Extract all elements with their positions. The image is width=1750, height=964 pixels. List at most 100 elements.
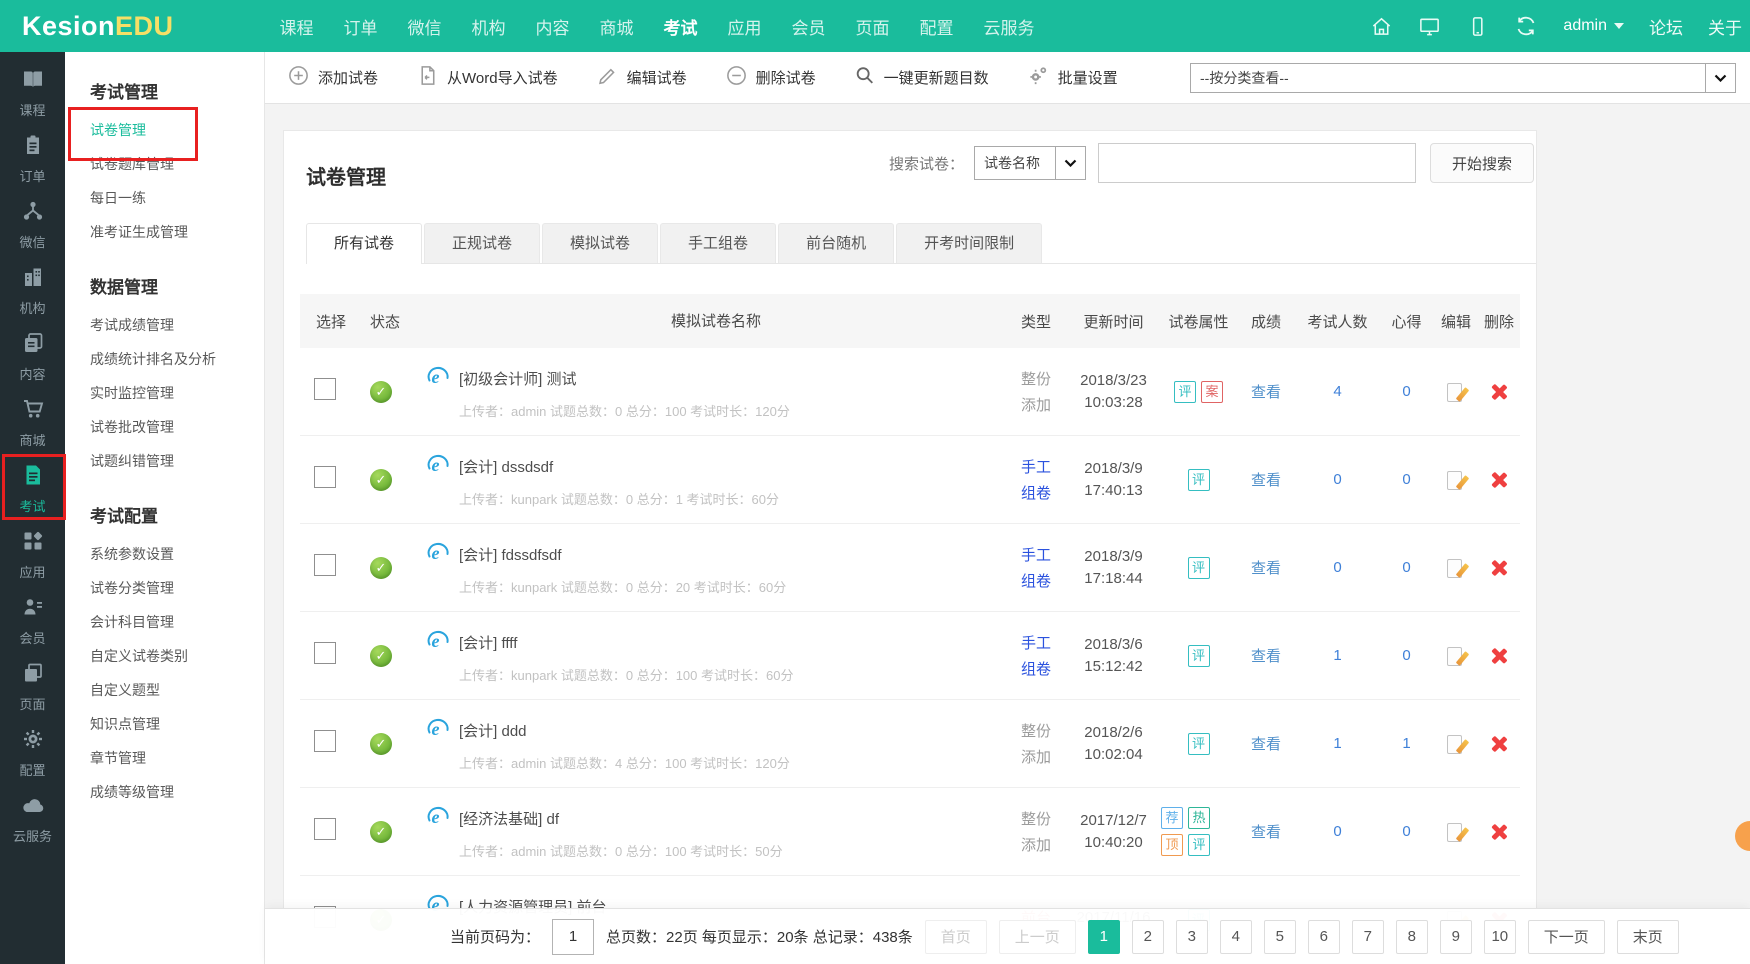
nav-courses[interactable]: 课程	[280, 14, 314, 39]
submenu-item-custom-paper-type[interactable]: 自定义试卷类别	[90, 639, 264, 673]
submenu-item-error-correction[interactable]: 试题纠错管理	[90, 444, 264, 478]
nav-members[interactable]: 会员	[792, 14, 826, 39]
next-page-button[interactable]: 下一页	[1528, 920, 1605, 954]
page-button-5[interactable]: 5	[1264, 920, 1296, 954]
submenu-item-score-management[interactable]: 考试成绩管理	[90, 308, 264, 342]
forum-link[interactable]: 论坛	[1649, 14, 1683, 39]
view-score-link[interactable]: 查看	[1251, 557, 1281, 578]
refresh-icon[interactable]	[1514, 14, 1538, 38]
sidebar-item-exam[interactable]: 考试	[0, 456, 65, 522]
submenu-item-knowledge-points[interactable]: 知识点管理	[90, 707, 264, 741]
tab-frontend-random[interactable]: 前台随机	[778, 223, 894, 263]
sidebar-item-courses[interactable]: 课程	[0, 60, 65, 126]
edit-icon[interactable]	[1446, 558, 1466, 578]
delete-paper-button[interactable]: 删除试卷	[725, 64, 816, 91]
submenu-item-paper-management[interactable]: 试卷管理	[90, 113, 264, 147]
edit-icon[interactable]	[1446, 470, 1466, 490]
row-checkbox[interactable]	[314, 554, 336, 576]
paper-name[interactable]: [会计] fdssdfsdf	[459, 544, 562, 565]
submenu-item-chapters[interactable]: 章节管理	[90, 741, 264, 775]
submenu-item-custom-question-type[interactable]: 自定义题型	[90, 673, 264, 707]
add-paper-button[interactable]: 添加试卷	[287, 64, 378, 91]
row-checkbox[interactable]	[314, 466, 336, 488]
paper-name[interactable]: [会计] ddd	[459, 720, 527, 741]
last-page-button[interactable]: 末页	[1617, 920, 1679, 954]
submenu-item-question-bank[interactable]: 试卷题库管理	[90, 147, 264, 181]
row-checkbox[interactable]	[314, 378, 336, 400]
nav-wechat[interactable]: 微信	[408, 14, 442, 39]
delete-icon[interactable]	[1491, 472, 1507, 488]
submenu-item-realtime-monitor[interactable]: 实时监控管理	[90, 376, 264, 410]
submenu-item-accounting-subject[interactable]: 会计科目管理	[90, 605, 264, 639]
edit-paper-button[interactable]: 编辑试卷	[596, 64, 687, 91]
page-button-9[interactable]: 9	[1440, 920, 1472, 954]
edit-icon[interactable]	[1446, 822, 1466, 842]
delete-icon[interactable]	[1491, 560, 1507, 576]
update-question-count-button[interactable]: 一键更新题目数	[854, 65, 989, 91]
view-score-link[interactable]: 查看	[1251, 381, 1281, 402]
sidebar-item-apps[interactable]: 应用	[0, 522, 65, 588]
floating-action-button[interactable]	[1735, 821, 1750, 851]
nav-exam[interactable]: 考试	[664, 14, 698, 39]
delete-icon[interactable]	[1491, 384, 1507, 400]
page-button-3[interactable]: 3	[1176, 920, 1208, 954]
sidebar-item-orders[interactable]: 订单	[0, 126, 65, 192]
row-checkbox[interactable]	[314, 642, 336, 664]
page-button-4[interactable]: 4	[1220, 920, 1252, 954]
tab-manual-papers[interactable]: 手工组卷	[660, 223, 776, 263]
submenu-item-grade-levels[interactable]: 成绩等级管理	[90, 775, 264, 809]
mobile-icon[interactable]	[1466, 15, 1489, 38]
current-page-input[interactable]	[552, 919, 594, 955]
admin-menu[interactable]: admin	[1563, 17, 1624, 35]
tab-formal-papers[interactable]: 正规试卷	[424, 223, 540, 263]
page-button-6[interactable]: 6	[1308, 920, 1340, 954]
page-button-8[interactable]: 8	[1396, 920, 1428, 954]
prev-page-button[interactable]: 上一页	[999, 920, 1076, 954]
page-button-1[interactable]: 1	[1088, 920, 1120, 954]
paper-name[interactable]: [经济法基础] df	[459, 808, 559, 829]
sidebar-item-wechat[interactable]: 微信	[0, 192, 65, 258]
tab-all-papers[interactable]: 所有试卷	[306, 223, 422, 264]
delete-icon[interactable]	[1491, 736, 1507, 752]
edit-icon[interactable]	[1446, 646, 1466, 666]
home-icon[interactable]	[1370, 15, 1393, 38]
submenu-item-daily-practice[interactable]: 每日一练	[90, 181, 264, 215]
paper-name[interactable]: [会计] dssdsdf	[459, 456, 553, 477]
about-link[interactable]: 关于	[1708, 14, 1742, 39]
import-word-button[interactable]: 从Word导入试卷	[416, 64, 558, 91]
row-checkbox[interactable]	[314, 730, 336, 752]
start-search-button[interactable]: 开始搜索	[1430, 143, 1534, 183]
nav-apps[interactable]: 应用	[728, 14, 762, 39]
page-button-10[interactable]: 10	[1484, 920, 1516, 954]
nav-mall[interactable]: 商城	[600, 14, 634, 39]
page-button-2[interactable]: 2	[1132, 920, 1164, 954]
sidebar-item-mall[interactable]: 商城	[0, 390, 65, 456]
submenu-item-system-params[interactable]: 系统参数设置	[90, 537, 264, 571]
view-score-link[interactable]: 查看	[1251, 733, 1281, 754]
edit-icon[interactable]	[1446, 382, 1466, 402]
nav-orders[interactable]: 订单	[344, 14, 378, 39]
view-score-link[interactable]: 查看	[1251, 469, 1281, 490]
paper-name[interactable]: [会计] ffff	[459, 632, 517, 653]
submenu-item-score-statistics[interactable]: 成绩统计排名及分析	[90, 342, 264, 376]
paper-name[interactable]: [初级会计师] 测试	[459, 368, 577, 389]
nav-pages[interactable]: 页面	[856, 14, 890, 39]
app-logo[interactable]: KesionEDU	[22, 11, 174, 42]
delete-icon[interactable]	[1491, 824, 1507, 840]
page-button-7[interactable]: 7	[1352, 920, 1384, 954]
row-checkbox[interactable]	[314, 818, 336, 840]
sidebar-item-cloud[interactable]: 云服务	[0, 786, 65, 852]
search-field-select[interactable]: 试卷名称	[974, 146, 1086, 180]
first-page-button[interactable]: 首页	[925, 920, 987, 954]
tab-exam-time-limit[interactable]: 开考时间限制	[896, 223, 1042, 263]
delete-icon[interactable]	[1491, 648, 1507, 664]
sidebar-item-config[interactable]: 配置	[0, 720, 65, 786]
sidebar-item-content[interactable]: 内容	[0, 324, 65, 390]
nav-config[interactable]: 配置	[920, 14, 954, 39]
edit-icon[interactable]	[1446, 734, 1466, 754]
submenu-item-admission-ticket[interactable]: 准考证生成管理	[90, 215, 264, 249]
view-score-link[interactable]: 查看	[1251, 645, 1281, 666]
search-input[interactable]	[1098, 143, 1416, 183]
tab-mock-papers[interactable]: 模拟试卷	[542, 223, 658, 263]
monitor-icon[interactable]	[1418, 15, 1441, 38]
